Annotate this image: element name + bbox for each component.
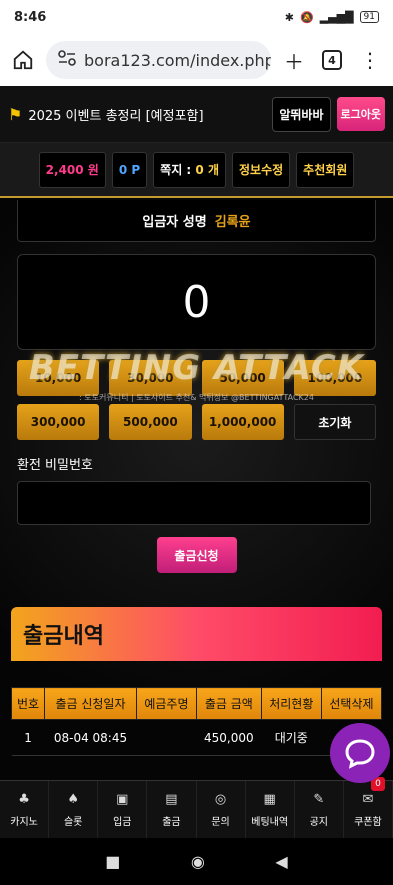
new-tab-icon[interactable]: ＋ bbox=[279, 45, 309, 75]
withdraw-password-input[interactable] bbox=[17, 481, 371, 525]
col-no: 번호 bbox=[10, 687, 46, 720]
chat-bubble-icon bbox=[345, 739, 375, 769]
status-time: 8:46 bbox=[14, 9, 47, 25]
event-link[interactable]: 2025 이벤트 총정리 [예정포함] bbox=[28, 105, 266, 124]
nav-label: 카지노 bbox=[10, 816, 38, 828]
calendar-icon: ▦ bbox=[263, 791, 276, 807]
nav-inquiry[interactable]: ◎ 문의 bbox=[197, 781, 246, 838]
status-bar: 8:46 ✱ 🔕 ▂▄▆█ 91 bbox=[0, 0, 393, 34]
row-holder bbox=[136, 719, 197, 756]
withdraw-submit-button[interactable]: 출금신청 bbox=[156, 537, 237, 573]
points-display: 0 P bbox=[111, 151, 148, 188]
nav-slot[interactable]: ♠ 슬롯 bbox=[49, 781, 99, 838]
logout-button[interactable]: 로그아웃 bbox=[336, 97, 385, 131]
row-no: 1 bbox=[11, 719, 45, 756]
col-amount: 출금 금액 bbox=[195, 687, 262, 720]
chat-button[interactable] bbox=[330, 723, 390, 783]
withdraw-icon: ▤ bbox=[165, 791, 178, 807]
site-header: ⚑ 2025 이벤트 총정리 [예정포함] 알뛰바바 로그아웃 bbox=[0, 86, 393, 143]
amount-1000000-button[interactable]: 1,000,000 bbox=[201, 404, 284, 440]
row-amount: 450,000 bbox=[196, 719, 262, 756]
messages-link[interactable]: 쪽지 : 0 개 bbox=[153, 151, 226, 188]
amount-300000-button[interactable]: 300,000 bbox=[17, 404, 100, 440]
bluetooth-icon: ✱ bbox=[284, 10, 294, 24]
deposit-icon: ▣ bbox=[116, 791, 129, 807]
nav-label: 출금 bbox=[162, 816, 181, 828]
user-info-bar: 2,400 원 0 P 쪽지 : 0 개 정보수정 추천회원 bbox=[0, 143, 393, 198]
nav-label: 베팅내역 bbox=[251, 816, 289, 828]
back-icon[interactable]: ◀ bbox=[275, 852, 287, 871]
amount-50000-button[interactable]: 50,000 bbox=[201, 360, 284, 396]
table-row: 1 08-04 08:45 450,000 대기중 bbox=[11, 719, 382, 756]
browser-toolbar: bora123.com/index.php? ＋ 4 ⋮ bbox=[0, 34, 393, 86]
nav-label: 슬롯 bbox=[63, 816, 83, 828]
bottom-nav: ♣ 카지노 ♠ 슬롯 ▣ 입금 ▤ 출금 ◎ 문의 ▦ 베팅내역 ✎ 공지 0 ✉ 쿠폰함 bbox=[0, 777, 393, 838]
site-settings-icon[interactable] bbox=[58, 50, 76, 70]
withdraw-history-table: 번호 출금 신청일자 예금주명 출금 금액 처리현황 선택삭제 1 08-04 … bbox=[10, 687, 383, 756]
depositor-label: 입금자 성명 bbox=[142, 215, 207, 230]
amount-10000-button[interactable]: 10,000 bbox=[17, 360, 100, 396]
amount-display[interactable]: 0 bbox=[17, 254, 376, 350]
money-display: 2,400 원 bbox=[38, 151, 106, 188]
home-icon[interactable] bbox=[8, 45, 38, 75]
coupon-icon: ✉ bbox=[362, 791, 374, 807]
url-text: bora123.com/index.php? bbox=[84, 50, 271, 70]
nav-label: 입금 bbox=[113, 816, 132, 828]
nav-withdraw[interactable]: ▤ 출금 bbox=[147, 781, 197, 838]
headset-icon: ◎ bbox=[214, 791, 227, 807]
messages-label: 쪽지 : bbox=[160, 163, 192, 177]
status-icons: ✱ 🔕 ▂▄▆█ 91 bbox=[285, 11, 379, 24]
depositor-row: 입금자 성명 김록윤 bbox=[17, 200, 376, 242]
tab-switcher-button[interactable]: 4 bbox=[317, 45, 347, 75]
casino-icon: ♣ bbox=[18, 791, 30, 807]
nav-coupon[interactable]: 0 ✉ 쿠폰함 bbox=[344, 777, 393, 838]
row-date: 08-04 08:45 bbox=[44, 719, 137, 756]
nav-label: 쿠폰함 bbox=[354, 816, 382, 828]
alwibaba-button[interactable]: 알뛰바바 bbox=[272, 96, 331, 132]
flag-icon: ⚑ bbox=[8, 104, 23, 124]
nav-label: 문의 bbox=[211, 816, 230, 828]
home-circle-icon[interactable]: ◉ bbox=[191, 852, 205, 871]
nav-bet-history[interactable]: ▦ 베팅내역 bbox=[246, 781, 295, 838]
amount-30000-button[interactable]: 30,000 bbox=[109, 360, 192, 396]
col-status: 처리현황 bbox=[260, 687, 322, 720]
quick-amount-grid: 10,000 30,000 50,000 100,000 300,000 500… bbox=[17, 360, 376, 440]
recents-icon[interactable]: ■ bbox=[105, 852, 120, 871]
table-header-row: 번호 출금 신청일자 예금주명 출금 금액 처리현황 선택삭제 bbox=[10, 687, 383, 720]
depositor-name: 김록윤 bbox=[214, 215, 251, 230]
messages-count: 0 개 bbox=[195, 163, 219, 177]
amount-500000-button[interactable]: 500,000 bbox=[109, 404, 192, 440]
withdraw-page: 입금자 성명 김록윤 0 10,000 30,000 50,000 100,00… bbox=[0, 198, 393, 780]
mute-icon: 🔕 bbox=[300, 10, 314, 24]
recommend-button[interactable]: 추천회원 bbox=[296, 151, 355, 188]
nav-notice[interactable]: ✎ 공지 bbox=[295, 781, 344, 838]
nav-deposit[interactable]: ▣ 입금 bbox=[98, 781, 148, 838]
edit-info-button[interactable]: 정보수정 bbox=[232, 151, 291, 188]
row-status: 대기중 bbox=[261, 719, 322, 756]
slot-icon: ♠ bbox=[67, 791, 80, 807]
col-delete: 선택삭제 bbox=[320, 687, 383, 720]
nav-casino[interactable]: ♣ 카지노 bbox=[0, 781, 50, 838]
password-label: 환전 비밀번호 bbox=[17, 458, 93, 473]
col-date: 출금 신청일자 bbox=[44, 687, 137, 720]
menu-kebab-icon[interactable]: ⋮ bbox=[355, 45, 385, 75]
tab-count: 4 bbox=[322, 50, 342, 70]
battery-icon: 91 bbox=[359, 11, 379, 23]
pen-icon: ✎ bbox=[313, 791, 325, 807]
nav-label: 공지 bbox=[309, 816, 329, 828]
system-nav-bar: ■ ◉ ◀ bbox=[0, 838, 393, 885]
amount-100000-button[interactable]: 100,000 bbox=[293, 360, 376, 396]
signal-icon: ▂▄▆█ bbox=[319, 10, 354, 24]
reset-button[interactable]: 초기화 bbox=[293, 404, 376, 440]
url-bar[interactable]: bora123.com/index.php? bbox=[46, 41, 271, 79]
col-holder: 예금주명 bbox=[135, 687, 197, 720]
history-title: 출금내역 bbox=[11, 607, 382, 661]
